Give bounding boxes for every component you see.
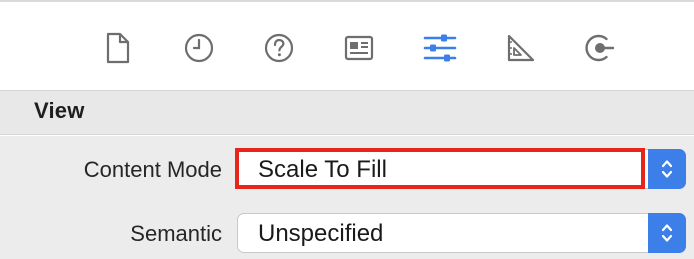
inspector-toolbar — [0, 2, 694, 90]
view-section-header[interactable]: View — [0, 90, 694, 135]
size-inspector-icon[interactable] — [502, 28, 538, 68]
attributes-inspector-icon[interactable] — [422, 28, 458, 68]
content-mode-popup[interactable]: Scale To Fill — [237, 149, 686, 189]
connections-inspector-icon[interactable] — [582, 28, 618, 68]
section-title: View — [34, 98, 85, 123]
file-inspector-icon[interactable] — [100, 28, 136, 68]
content-mode-value: Scale To Fill — [258, 156, 387, 183]
semantic-label: Semantic — [130, 221, 222, 246]
view-attributes-form: Content Mode Scale To Fill Semantic Unsp… — [0, 136, 694, 259]
chevron-up-down-icon — [661, 160, 673, 178]
content-mode-stepper[interactable] — [648, 149, 686, 189]
semantic-stepper[interactable] — [648, 213, 686, 253]
identity-inspector-icon[interactable] — [341, 28, 377, 68]
semantic-popup[interactable]: Unspecified — [237, 213, 686, 253]
content-mode-label: Content Mode — [83, 157, 222, 182]
history-inspector-icon[interactable] — [181, 28, 217, 68]
quick-help-icon[interactable] — [261, 28, 297, 68]
chevron-up-down-icon — [661, 224, 673, 242]
semantic-value: Unspecified — [258, 220, 384, 247]
